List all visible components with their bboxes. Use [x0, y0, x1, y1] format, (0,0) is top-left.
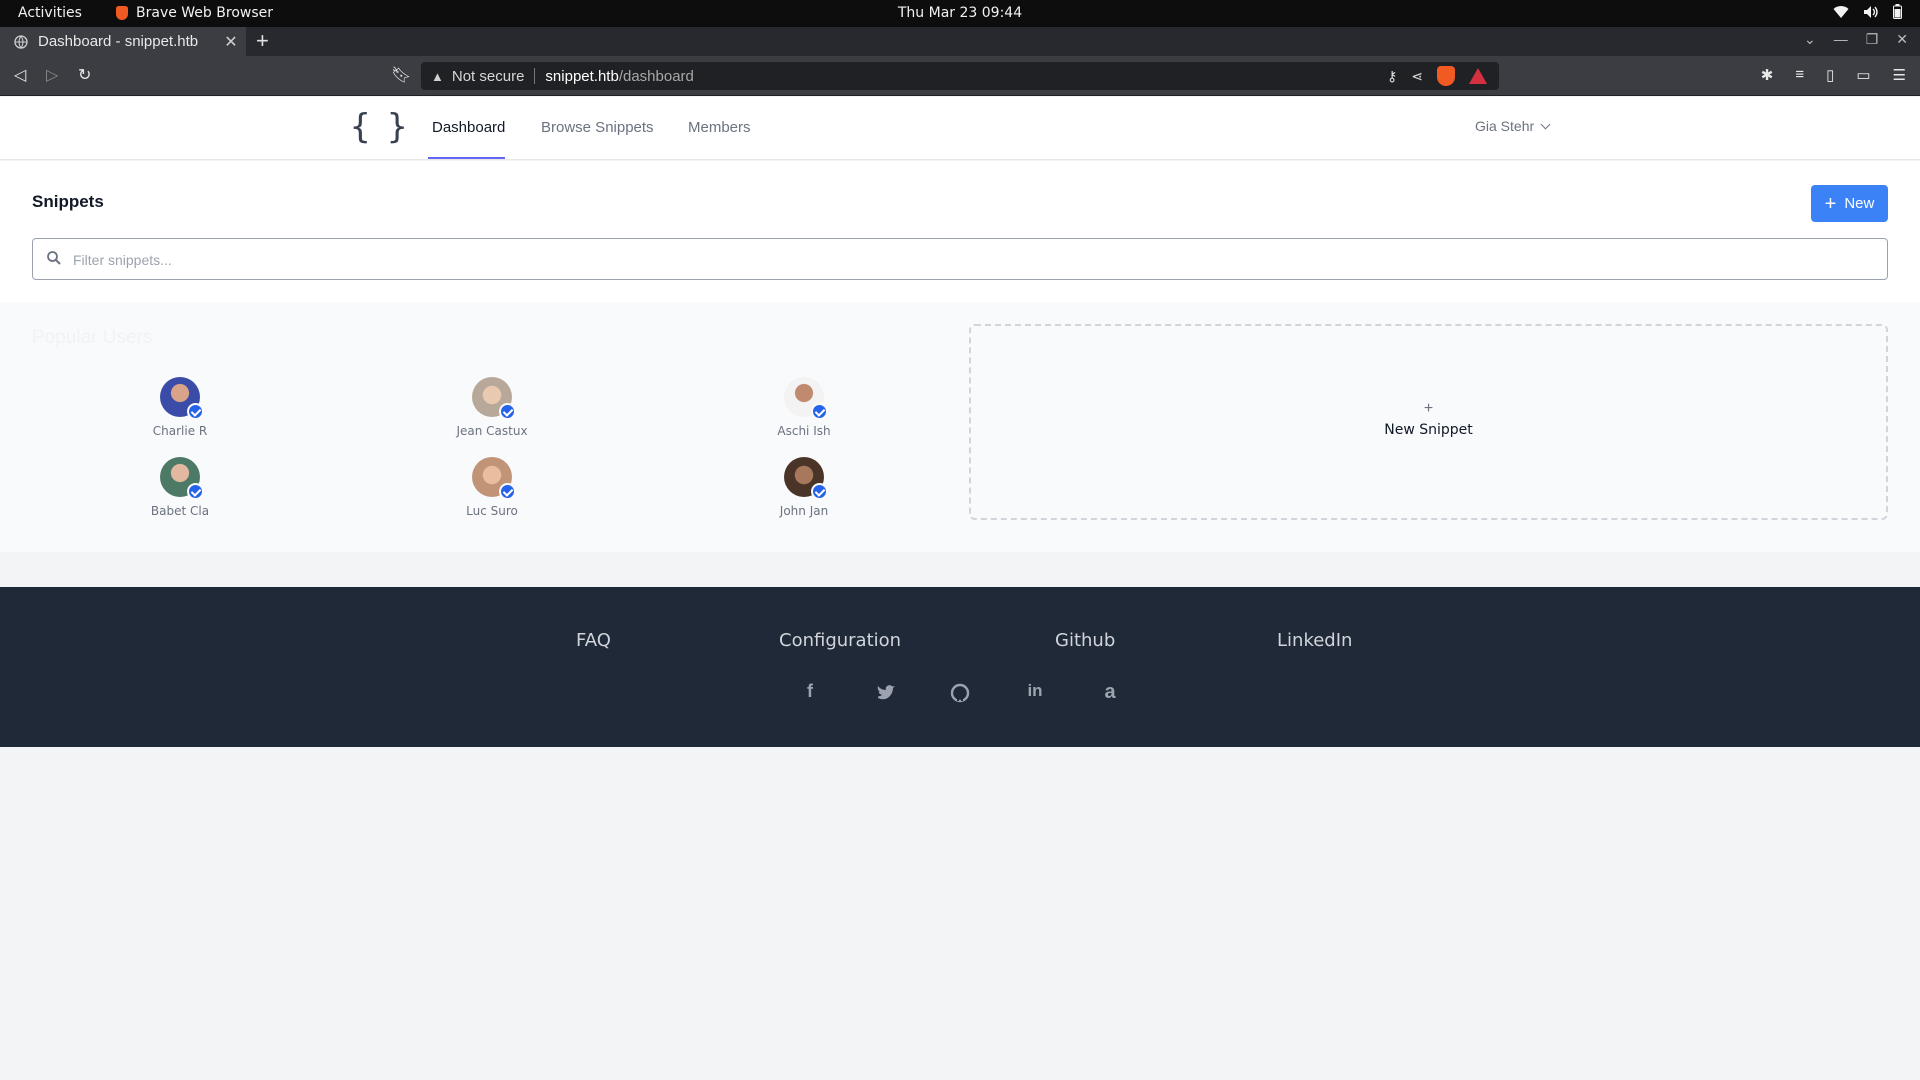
- amazon-icon[interactable]: a: [1098, 681, 1122, 705]
- bookmark-icon[interactable]: 🔖︎: [391, 65, 411, 85]
- share-icon[interactable]: ⋖: [1411, 68, 1423, 85]
- sidebar-icon[interactable]: ▯: [1826, 66, 1834, 84]
- wallet-icon[interactable]: ▭: [1856, 66, 1870, 84]
- extensions-icon[interactable]: ✱: [1761, 66, 1774, 84]
- back-icon[interactable]: ◁: [14, 65, 26, 85]
- tab-strip: Dashboard - snippet.htb ✕ + ⌄ — ❐ ✕: [0, 27, 1920, 56]
- github-icon[interactable]: [948, 681, 972, 705]
- user-name: Jean Castux: [456, 424, 528, 438]
- user-name: Aschi Ish: [777, 424, 831, 438]
- restore-icon[interactable]: ❐: [1866, 31, 1879, 48]
- media-icon[interactable]: ≡: [1795, 66, 1804, 84]
- user-name: Babet Cla: [150, 504, 210, 518]
- extension-icons: ✱ ≡ ▯ ▭ ☰: [1761, 66, 1906, 84]
- site-navbar: { } Dashboard Browse Snippets Members Gi…: [0, 97, 1920, 160]
- app-name: Brave Web Browser: [136, 5, 273, 21]
- user-name: Charlie R: [152, 424, 208, 438]
- new-snippet-label: New Snippet: [1384, 422, 1473, 438]
- tab-title: Dashboard - snippet.htb: [38, 33, 199, 50]
- tab-search-icon[interactable]: ⌄: [1804, 31, 1816, 48]
- verified-badge-icon: [499, 403, 516, 420]
- nav-members[interactable]: Members: [688, 119, 751, 136]
- browser-toolbar: ◁ ▷ ↻ 🔖︎ ▲ Not secure snippet.htb /dashb…: [0, 56, 1920, 96]
- web-page: { } Dashboard Browse Snippets Members Gi…: [0, 97, 1920, 1080]
- user-card-babet[interactable]: Babet Cla: [120, 457, 240, 527]
- plus-icon: +: [1423, 400, 1434, 417]
- chevron-down-icon: [1540, 119, 1551, 129]
- brave-shields-icon[interactable]: [1437, 66, 1455, 86]
- filter-box[interactable]: [32, 238, 1888, 280]
- verified-badge-icon: [187, 403, 204, 420]
- activities-button[interactable]: Activities: [18, 5, 82, 21]
- nav-dashboard[interactable]: Dashboard: [432, 119, 505, 136]
- page-title: Snippets: [32, 192, 104, 211]
- address-separator: [534, 68, 536, 84]
- avatar: [160, 457, 204, 500]
- minimize-icon[interactable]: —: [1834, 31, 1848, 48]
- search-icon: [47, 251, 61, 265]
- twitter-icon[interactable]: [874, 681, 898, 705]
- menu-icon[interactable]: ☰: [1893, 66, 1906, 84]
- url-host: snippet.htb: [545, 67, 619, 85]
- linkedin-icon[interactable]: in: [1023, 681, 1047, 705]
- security-label[interactable]: Not secure: [452, 68, 525, 85]
- close-window-icon[interactable]: ✕: [1896, 31, 1908, 48]
- user-menu[interactable]: Gia Stehr: [1475, 118, 1551, 134]
- nav-browse-snippets[interactable]: Browse Snippets: [541, 119, 654, 136]
- tab-close-icon[interactable]: ✕: [220, 32, 242, 52]
- site-logo[interactable]: { }: [350, 107, 407, 147]
- user-card-charlie[interactable]: Charlie R: [120, 377, 240, 447]
- warning-icon: ▲: [431, 68, 444, 84]
- reload-icon[interactable]: ↻: [78, 65, 91, 85]
- address-bar[interactable]: ▲ Not secure snippet.htb /dashboard ⚷ ⋖: [421, 62, 1499, 90]
- verified-badge-icon: [499, 483, 516, 500]
- window-controls: ⌄ — ❐ ✕: [1804, 31, 1908, 48]
- avatar: [472, 457, 516, 500]
- new-snippet-card[interactable]: + New Snippet: [969, 324, 1888, 520]
- site-footer: FAQ Configuration Github LinkedIn f in a: [0, 587, 1920, 747]
- user-name: John Jan: [779, 504, 829, 518]
- brave-rewards-icon[interactable]: [1469, 68, 1487, 84]
- footer-link-linkedin[interactable]: LinkedIn: [1277, 630, 1352, 651]
- filter-input[interactable]: [73, 247, 1863, 273]
- footer-link-configuration[interactable]: Configuration: [779, 630, 901, 651]
- user-name: Luc Suro: [466, 504, 518, 518]
- new-snippet-button[interactable]: + New: [1811, 185, 1888, 222]
- browser-tab[interactable]: Dashboard - snippet.htb ✕: [0, 27, 246, 56]
- footer-link-faq[interactable]: FAQ: [576, 630, 611, 651]
- avatar: [472, 377, 516, 420]
- avatar: [784, 377, 828, 420]
- user-card-jean[interactable]: Jean Castux: [432, 377, 552, 447]
- wifi-icon: [1833, 5, 1849, 18]
- volume-icon: [1864, 5, 1878, 18]
- system-tray[interactable]: [1833, 4, 1902, 19]
- url-path: /dashboard: [618, 67, 694, 85]
- verified-badge-icon: [811, 483, 828, 500]
- key-icon[interactable]: ⚷: [1387, 68, 1397, 85]
- address-bar-actions: ⚷ ⋖: [1387, 66, 1487, 86]
- footer-link-github[interactable]: Github: [1055, 630, 1115, 651]
- plus-icon: +: [1824, 192, 1837, 215]
- facebook-icon[interactable]: f: [798, 681, 822, 705]
- system-top-bar: Activities Brave Web Browser Thu Mar 23 …: [0, 0, 1920, 27]
- new-tab-button[interactable]: +: [256, 29, 269, 53]
- popular-users-panel: Popular Users Charlie R Jean Castux Asch…: [0, 302, 1920, 552]
- user-card-john[interactable]: John Jan: [744, 457, 864, 527]
- active-nav-indicator: [428, 157, 505, 159]
- user-card-luc[interactable]: Luc Suro: [432, 457, 552, 527]
- avatar: [784, 457, 828, 500]
- globe-icon: [14, 34, 28, 49]
- new-button-label: New: [1844, 195, 1875, 212]
- brave-icon: [116, 6, 128, 20]
- user-name: Gia Stehr: [1475, 118, 1535, 134]
- clock[interactable]: Thu Mar 23 09:44: [898, 5, 1022, 21]
- app-menu[interactable]: Brave Web Browser: [116, 5, 273, 21]
- battery-icon: [1893, 4, 1902, 19]
- user-card-aschi[interactable]: Aschi Ish: [744, 377, 864, 447]
- verified-badge-icon: [811, 403, 828, 420]
- forward-icon[interactable]: ▷: [46, 65, 58, 85]
- avatar: [160, 377, 204, 420]
- popular-users-title: Popular Users: [32, 327, 153, 348]
- verified-badge-icon: [187, 483, 204, 500]
